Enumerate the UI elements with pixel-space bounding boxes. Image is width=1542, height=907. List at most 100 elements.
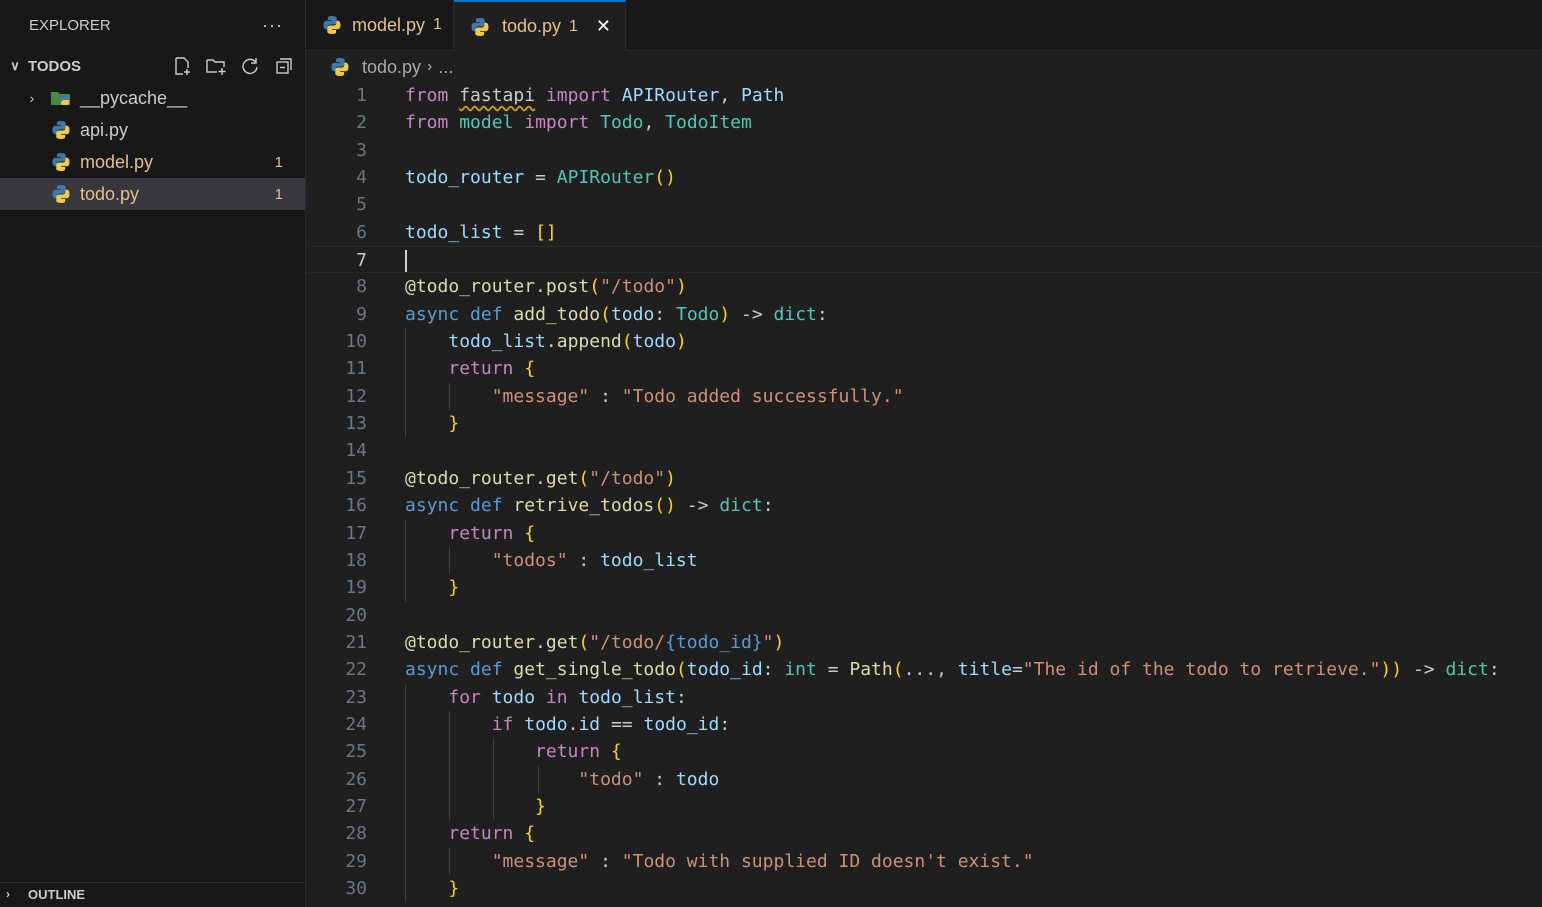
breadcrumb-symbols[interactable]: ...: [438, 57, 453, 78]
outline-section[interactable]: › OUTLINE: [0, 882, 305, 907]
code-line[interactable]: 13 }: [306, 410, 1542, 438]
problem-count-badge: 1: [274, 153, 283, 171]
tree-item-api[interactable]: api.py: [0, 114, 305, 146]
line-number: 5: [356, 194, 367, 216]
code-line[interactable]: 12 "message" : "Todo added successfully.…: [306, 382, 1542, 411]
code-text: "todo" : todo: [405, 766, 719, 793]
code-line[interactable]: 27 }: [306, 792, 1542, 821]
code-line[interactable]: 19 }: [306, 574, 1542, 602]
tab-label: model.py: [352, 14, 426, 35]
line-number: 9: [356, 303, 367, 325]
code-line[interactable]: 24 if todo.id == todo_id:: [306, 710, 1542, 739]
collapse-all-icon[interactable]: [273, 55, 295, 77]
code-line[interactable]: 21 @todo_router.get("/todo/{todo_id}"): [306, 629, 1542, 656]
code-token: return: [448, 823, 514, 845]
code-token: import: [524, 112, 590, 134]
code-token: add_todo: [513, 303, 601, 325]
code-token: for: [448, 686, 481, 708]
code-line[interactable]: 25 return {: [306, 738, 1542, 766]
tree-item-label: model.py: [80, 151, 154, 172]
code-line[interactable]: 2 from model import Todo, TodoItem: [306, 109, 1542, 136]
code-line[interactable]: 20: [306, 602, 1542, 629]
code-text: async def get_single_todo(todo_id: int =…: [405, 656, 1500, 683]
code-token: =: [502, 221, 536, 243]
tree-item-pycache[interactable]: › __pycache__: [0, 82, 305, 114]
code-token: return: [535, 741, 601, 763]
folder-todos[interactable]: ∨ TODOS: [0, 50, 305, 82]
code-token: def: [470, 495, 503, 517]
code-line[interactable]: 7: [306, 246, 1542, 274]
code-text: if todo.id == todo_id:: [405, 711, 730, 738]
code-line[interactable]: 16 async def retrive_todos() -> dict:: [306, 492, 1542, 519]
indent-guide: [537, 765, 539, 793]
line-number: 24: [345, 713, 367, 735]
code-text: todo_router = APIRouter(): [405, 164, 676, 191]
new-folder-icon[interactable]: [205, 55, 227, 77]
code-line[interactable]: 11 return {: [306, 355, 1542, 383]
close-icon[interactable]: ✕: [596, 16, 611, 37]
code-token: {: [524, 522, 536, 544]
code-line[interactable]: 18 "todos" : todo_list: [306, 546, 1542, 575]
code-line[interactable]: 26 "todo" : todo: [306, 765, 1542, 793]
indent-guide: [405, 710, 406, 739]
code-token: Todo: [600, 112, 644, 134]
code-line[interactable]: 29 "message" : "Todo with supplied ID do…: [306, 847, 1542, 875]
code-token: {: [610, 741, 622, 763]
code-line[interactable]: 30 }: [306, 874, 1542, 903]
line-number: 7: [356, 250, 367, 272]
code-token: .: [545, 331, 557, 353]
line-number: 11: [345, 358, 367, 380]
code-line[interactable]: 15 @todo_router.get("/todo"): [306, 465, 1542, 492]
code-token: dict: [773, 303, 817, 325]
code-token: .: [567, 713, 579, 735]
line-number: 27: [345, 795, 367, 817]
tab-problem-count: 1: [433, 16, 442, 33]
tab-model-py[interactable]: model.py 1: [306, 0, 454, 50]
python-file-icon: [50, 119, 72, 141]
code-line[interactable]: 1 from fastapi import APIRouter, Path: [306, 82, 1542, 109]
code-line[interactable]: 5: [306, 191, 1542, 218]
indent-guide: [405, 792, 406, 821]
code-line[interactable]: 3: [306, 137, 1542, 164]
code-line[interactable]: 17 return {: [306, 519, 1542, 547]
code-token: :: [762, 659, 785, 681]
code-token: "message": [491, 385, 590, 407]
code-line[interactable]: 14: [306, 437, 1542, 464]
code-line[interactable]: 22 async def get_single_todo(todo_id: int…: [306, 656, 1542, 683]
code-token: def: [470, 303, 503, 325]
code-line[interactable]: 6 todo_list = []: [306, 219, 1542, 246]
python-file-icon: [50, 151, 72, 173]
code-token: =: [524, 167, 557, 189]
code-token: post: [545, 276, 590, 298]
code-token: (: [892, 659, 904, 681]
line-number: 20: [345, 604, 367, 626]
code-token: :: [589, 850, 622, 872]
code-line[interactable]: 23 for todo in todo_list:: [306, 683, 1542, 711]
refresh-icon[interactable]: [239, 55, 261, 77]
code-token: todo_list: [578, 686, 676, 708]
line-number: 15: [345, 467, 367, 489]
code-line[interactable]: 8 @todo_router.post("/todo"): [306, 273, 1542, 300]
more-actions-button[interactable]: ···: [262, 15, 283, 36]
tree-item-todo[interactable]: todo.py 1: [0, 178, 305, 210]
code-token: ...,: [903, 659, 958, 681]
tab-problem-count: 1: [569, 17, 578, 35]
code-token: from: [405, 112, 449, 134]
indent-guide: [405, 519, 406, 547]
code-token: ->: [675, 495, 720, 517]
indent-guide: [405, 382, 406, 411]
code-line[interactable]: 9 async def add_todo(todo: Todo) -> dict:: [306, 301, 1542, 328]
code-editor[interactable]: 1 from fastapi import APIRouter, Path 2 fro…: [306, 82, 1542, 907]
tree-item-model[interactable]: model.py 1: [0, 146, 305, 178]
code-line[interactable]: 10 todo_list.append(todo): [306, 328, 1542, 356]
new-file-icon[interactable]: [171, 55, 193, 77]
code-line[interactable]: 4 todo_router = APIRouter(): [306, 164, 1542, 191]
code-line[interactable]: 28 return {: [306, 820, 1542, 848]
code-token: "The id of the todo to retrieve.": [1022, 659, 1381, 681]
breadcrumb-file[interactable]: todo.py: [362, 57, 421, 78]
code-token: todo_list: [405, 221, 503, 243]
tab-todo-py[interactable]: todo.py 1 ✕: [454, 0, 626, 51]
